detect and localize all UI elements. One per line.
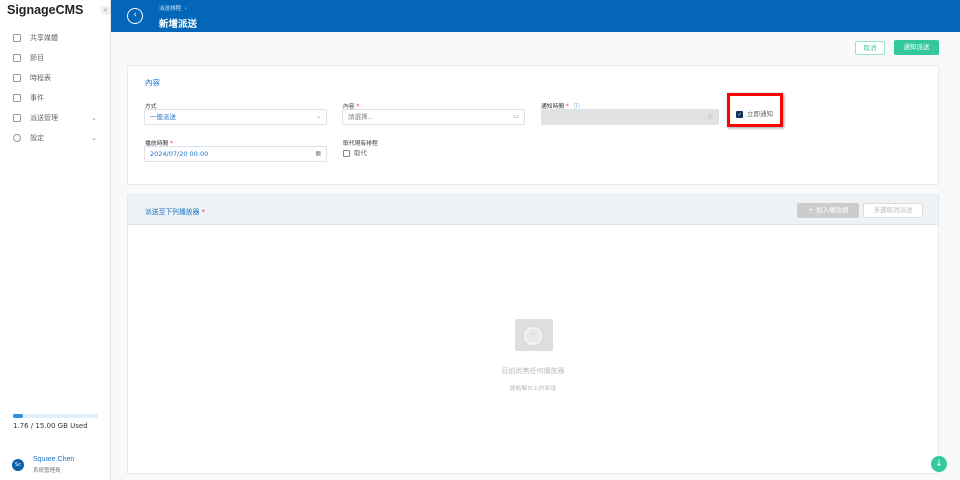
replace-option-label: 取代	[354, 149, 367, 157]
calendar-icon: ▦	[707, 113, 713, 120]
avatar[interactable]: Sc	[12, 459, 24, 471]
players-title: 派送至下列播放器 *	[145, 208, 205, 216]
user-role: 系統管理員	[33, 468, 61, 474]
multi-cancel-button[interactable]: 多選取消派送	[863, 203, 923, 218]
empty-folder-search-icon: ···	[515, 319, 553, 351]
sidebar-item-label: 事件	[30, 94, 44, 102]
content-placeholder: 請選擇...	[348, 113, 374, 121]
content-card: 內容 方式 一般派送 ⌄ 內容 * 請選擇... ▭ 通知時間 * ⓘ ▦ ✓ 立即通…	[127, 65, 939, 185]
notify-time-input: ▦	[541, 109, 719, 125]
add-player-label: 加入播放器	[816, 206, 849, 214]
section-title: 內容	[145, 78, 160, 87]
download-icon[interactable]: ↓	[931, 456, 947, 472]
folder-icon[interactable]: ▭	[513, 110, 519, 124]
sidebar-item-label: 時程表	[30, 74, 51, 82]
sidebar-item-dispatch[interactable]: 派送管理 ⌄	[0, 108, 110, 128]
method-select[interactable]: 一般派送 ⌄	[144, 109, 327, 125]
play-time-value: 2024/07/20 00:00	[150, 150, 209, 158]
gear-icon	[13, 134, 21, 142]
sidebar-item-label: 節目	[30, 54, 44, 62]
empty-title: 目前尚無任何播放器	[501, 367, 565, 375]
replace-checkbox[interactable]: 取代	[343, 147, 367, 157]
highlight-box	[727, 93, 783, 127]
app-logo: SignageCMS	[7, 3, 84, 17]
chevron-down-icon: ⌄	[91, 134, 97, 142]
collapse-sidebar-icon[interactable]: «	[101, 6, 110, 15]
rocket-icon	[13, 114, 21, 122]
program-icon	[13, 54, 21, 62]
players-title-text: 派送至下列播放器	[145, 208, 200, 216]
sidebar-item-program[interactable]: 節目	[0, 48, 110, 68]
breadcrumb-link[interactable]: 派送排程	[159, 6, 181, 12]
empty-subtitle: 請點擊右上的新增	[509, 386, 557, 392]
user-name[interactable]: Square.Chen	[33, 456, 74, 463]
add-player-button[interactable]: ＋ 加入播放器	[797, 203, 859, 218]
checkbox-icon[interactable]	[343, 149, 350, 157]
sidebar-item-label: 共享媒體	[30, 34, 58, 42]
sidebar-item-settings[interactable]: 設定 ⌄	[0, 128, 110, 148]
sidebar-item-event[interactable]: 事件	[0, 88, 110, 108]
breadcrumb[interactable]: 派送排程 ›	[159, 4, 187, 12]
storage-text: 1.76 / 15.00 GB Used	[13, 422, 88, 430]
page-title: 新增派送	[159, 19, 198, 30]
content-input[interactable]: 請選擇... ▭	[342, 109, 525, 125]
cancel-button[interactable]: 取消	[855, 41, 885, 55]
magnifier-icon: ···	[524, 327, 542, 345]
replace-label: 取代現有排程	[343, 141, 378, 147]
nav-menu: 共享媒體 節目 時程表 事件 派送管理 ⌄ 設定 ⌄	[0, 28, 110, 148]
storage-fill	[13, 414, 23, 418]
players-header: 派送至下列播放器 * ＋ 加入播放器 多選取消派送	[128, 195, 938, 225]
sidebar-item-label: 設定	[30, 134, 44, 142]
event-icon	[13, 94, 21, 102]
sidebar-item-label: 派送管理	[30, 114, 58, 122]
calendar-icon[interactable]: ▦	[315, 147, 321, 161]
schedule-icon	[13, 74, 21, 82]
method-value: 一般派送	[150, 113, 176, 121]
storage-bar	[13, 414, 98, 418]
page-header: ‹ 派送排程 › 新增派送	[111, 0, 960, 32]
sidebar: SignageCMS « 共享媒體 節目 時程表 事件 派送管理 ⌄ 設定 ⌄ 1.…	[0, 0, 111, 480]
chevron-down-icon: ⌄	[315, 113, 321, 120]
sidebar-item-schedule[interactable]: 時程表	[0, 68, 110, 88]
sidebar-item-media[interactable]: 共享媒體	[0, 28, 110, 48]
players-card: 派送至下列播放器 * ＋ 加入播放器 多選取消派送 ··· 目前尚無任何播放器 …	[127, 194, 939, 474]
media-icon	[13, 34, 21, 42]
notify-dispatch-button[interactable]: 通知派送	[894, 40, 939, 55]
back-button[interactable]: ‹	[127, 8, 143, 24]
play-time-input[interactable]: 2024/07/20 00:00 ▦	[144, 146, 327, 162]
chevron-down-icon: ⌄	[91, 114, 97, 122]
